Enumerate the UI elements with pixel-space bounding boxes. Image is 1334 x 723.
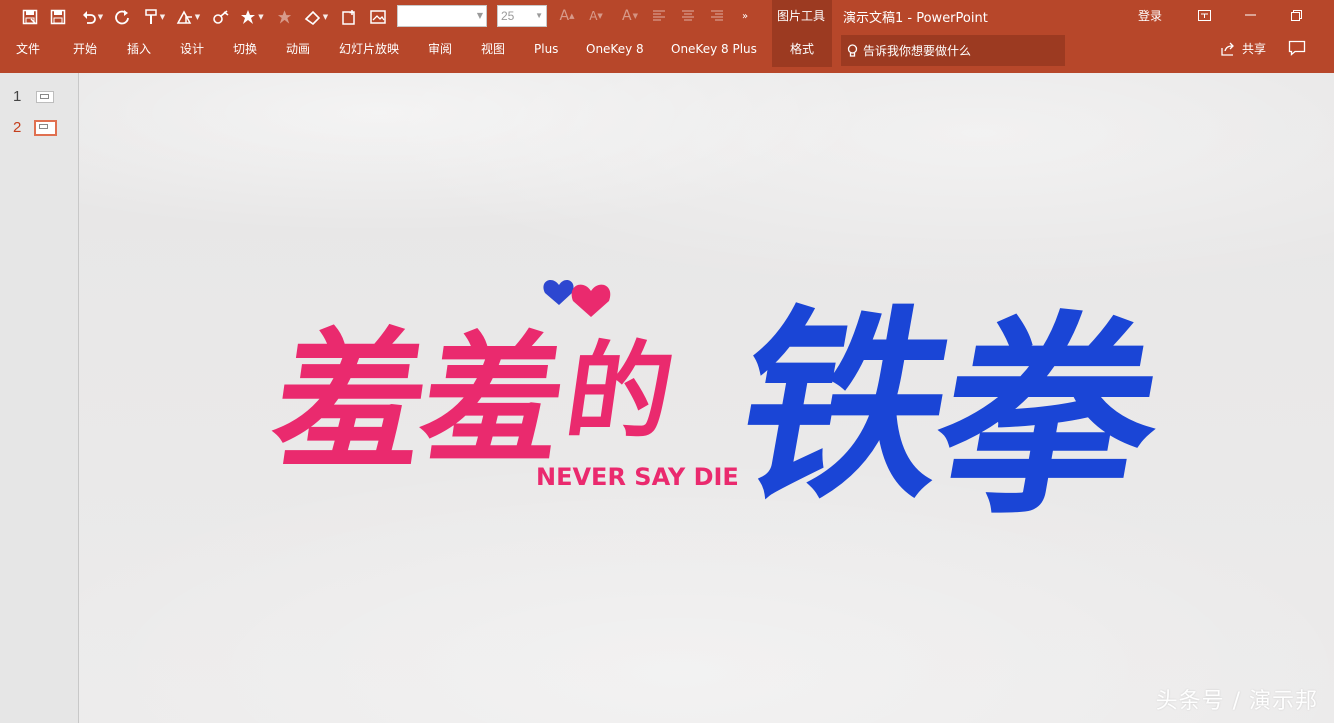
- slide-preview[interactable]: [36, 91, 54, 103]
- tab-onekey8[interactable]: OneKey 8: [586, 34, 644, 66]
- slide-number: 1: [13, 88, 22, 105]
- tab-review[interactable]: 审阅: [428, 34, 452, 66]
- more-icon[interactable]: »: [738, 2, 752, 30]
- redo-icon[interactable]: [112, 3, 132, 31]
- slide-canvas[interactable]: 羞 羞 的 NEVER SAY DIE 铁 拳 头条号 / 演示邦: [79, 73, 1334, 723]
- title-char-1: 羞: [269, 312, 439, 489]
- title-artwork[interactable]: 羞 羞 的 NEVER SAY DIE 铁 拳: [269, 253, 1159, 523]
- font-size-value: 25: [501, 9, 515, 23]
- star-outline-icon[interactable]: [275, 3, 295, 31]
- new-slide-icon[interactable]: [339, 3, 359, 31]
- document-title: 演示文稿1 - PowerPoint: [843, 11, 988, 26]
- lightbulb-icon: [847, 43, 858, 57]
- slide-number: 2: [13, 119, 22, 136]
- save-icon[interactable]: [47, 3, 69, 31]
- animation-star-icon[interactable]: ▼: [237, 3, 267, 31]
- comments-icon[interactable]: [1288, 40, 1306, 60]
- tab-onekey8-plus[interactable]: OneKey 8 Plus: [671, 34, 757, 66]
- subtitle-text: NEVER SAY DIE: [536, 463, 739, 491]
- share-label: 共享: [1242, 42, 1267, 56]
- tab-view[interactable]: 视图: [481, 34, 505, 66]
- save-as-icon[interactable]: [19, 3, 41, 31]
- restore-icon[interactable]: [1284, 5, 1308, 25]
- pink-heart-icon: [571, 284, 611, 317]
- tell-me-search[interactable]: 告诉我你想要做什么: [841, 35, 1065, 66]
- align-right-icon[interactable]: [708, 2, 726, 30]
- font-color-icon[interactable]: A ▼: [617, 2, 643, 30]
- tab-design[interactable]: 设计: [180, 34, 204, 66]
- chevron-down-icon[interactable]: ▼: [535, 6, 543, 26]
- align-center-icon[interactable]: [679, 2, 697, 30]
- picture-icon[interactable]: [368, 3, 388, 31]
- chevron-down-icon[interactable]: ▼: [477, 6, 483, 26]
- share-icon: [1221, 42, 1234, 56]
- picture-placeholder-icon: [39, 124, 48, 129]
- undo-icon[interactable]: ▼: [77, 3, 107, 31]
- eraser-icon[interactable]: ▼: [301, 3, 331, 31]
- slide-thumbnail-pane: 1 2: [0, 73, 79, 723]
- tab-animations[interactable]: 动画: [286, 34, 310, 66]
- picture-placeholder-icon: [40, 94, 49, 99]
- tab-file[interactable]: 文件: [16, 34, 40, 66]
- slide-preview-selected[interactable]: [34, 120, 57, 136]
- title-char-3: 的: [559, 329, 681, 452]
- ribbon-title-bar: ▼ ▼ ▼ ▼ ▼ ▼ 25 ▼ A ▲ A ▼ A ▼ » 图片工具 演示文稿…: [0, 0, 1334, 73]
- font-size-combobox[interactable]: 25 ▼: [497, 5, 547, 27]
- shapes-icon[interactable]: ▼: [173, 3, 203, 31]
- tab-format[interactable]: 格式: [772, 34, 832, 66]
- ribbon-display-options-icon[interactable]: [1192, 5, 1216, 25]
- share-button[interactable]: 共享: [1220, 40, 1266, 57]
- decrease-font-icon[interactable]: A ▼: [587, 2, 605, 30]
- watermark: 头条号 / 演示邦: [1155, 689, 1318, 714]
- lasso-icon[interactable]: [210, 3, 232, 31]
- title-char-2: 羞: [411, 318, 575, 482]
- tab-plus[interactable]: Plus: [534, 34, 558, 66]
- format-painter-icon[interactable]: ▼: [141, 3, 169, 31]
- picture-tools-label: 图片工具: [777, 9, 826, 23]
- login-button[interactable]: 登录: [1138, 7, 1162, 24]
- increase-font-icon[interactable]: A ▲: [558, 2, 576, 30]
- tell-me-placeholder: 告诉我你想要做什么: [863, 44, 972, 58]
- tab-insert[interactable]: 插入: [127, 34, 151, 66]
- tab-transitions[interactable]: 切换: [233, 34, 257, 66]
- blue-heart-icon: [543, 279, 574, 305]
- tab-home[interactable]: 开始: [73, 34, 97, 66]
- font-name-combobox[interactable]: ▼: [397, 5, 487, 27]
- minimize-icon[interactable]: [1238, 5, 1262, 25]
- tab-slideshow[interactable]: 幻灯片放映: [339, 34, 399, 66]
- align-left-icon[interactable]: [650, 2, 668, 30]
